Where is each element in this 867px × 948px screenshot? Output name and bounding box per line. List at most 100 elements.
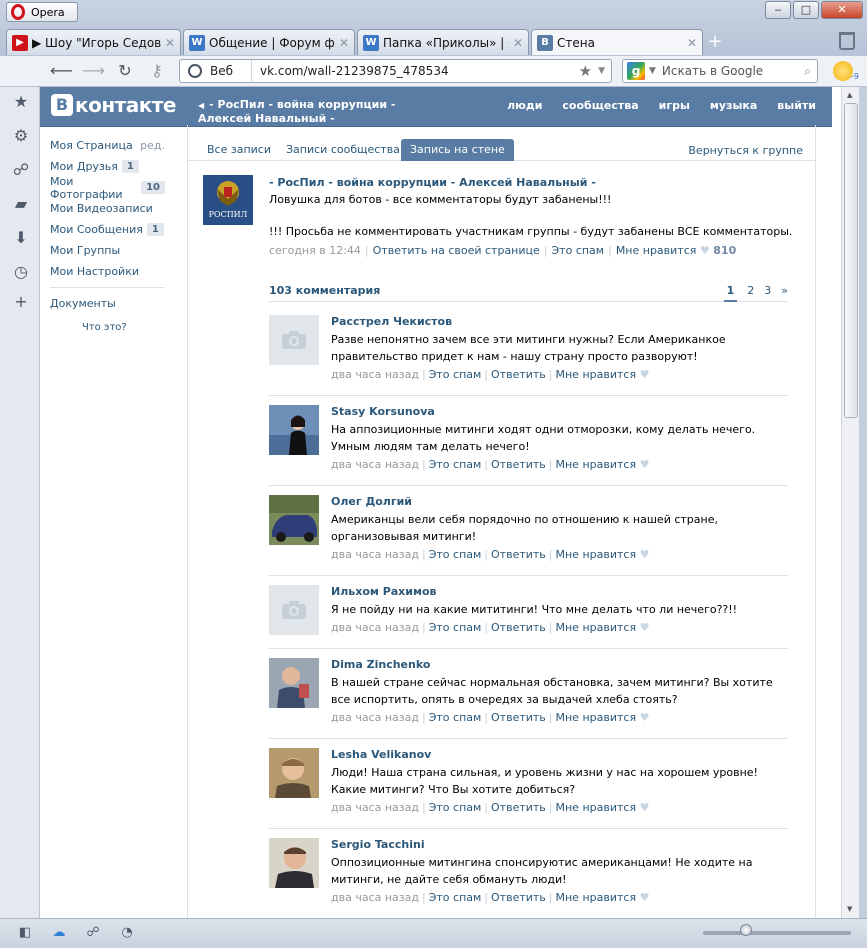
spam-link[interactable]: Это спам [429, 368, 482, 381]
like-link[interactable]: Мне нравится [556, 711, 637, 724]
comment-avatar[interactable] [269, 405, 319, 455]
downloads-icon[interactable]: ⬇ [12, 229, 30, 247]
reply-link[interactable]: Ответить [491, 711, 546, 724]
turbo-icon[interactable]: ◔ [119, 925, 135, 941]
search-mode[interactable]: Веб [180, 60, 252, 82]
panel-toggle-icon[interactable]: ◧ [17, 925, 33, 941]
comment-time[interactable]: два часа назад [331, 548, 419, 561]
reply-link[interactable]: Ответить [491, 368, 546, 381]
tab-youtube[interactable]: ▶ ▶ Шоу "Игорь Седов" ... ✕ [6, 29, 181, 55]
page-scrollbar[interactable]: ▲ ▼ [841, 87, 859, 918]
google-icon[interactable]: g [627, 62, 645, 80]
trash-icon[interactable] [839, 32, 855, 50]
scroll-down-icon[interactable]: ▼ [847, 905, 852, 913]
spam-link[interactable]: Это спам [552, 244, 605, 257]
menu-videos[interactable]: Мои Видеозаписи [50, 198, 165, 219]
menu-my-page[interactable]: Моя Страница ред. [50, 135, 165, 156]
comment-author[interactable]: Lesha Velikanov [331, 748, 788, 762]
menu-groups[interactable]: Мои Группы [50, 240, 165, 261]
nav-communities[interactable]: сообщества [562, 99, 638, 112]
chevron-down-icon[interactable]: ▼ [598, 66, 605, 76]
comment-author[interactable]: Dima Zinchenko [331, 658, 788, 672]
unite-icon[interactable]: ☍ [85, 925, 101, 941]
forward-icon[interactable]: ⟶ [82, 61, 105, 81]
comment-time[interactable]: два часа назад [331, 621, 419, 634]
comment-avatar[interactable] [269, 838, 319, 888]
key-icon[interactable]: ⚷ [146, 61, 168, 81]
history-icon[interactable]: ◷ [12, 263, 30, 281]
heart-icon[interactable]: ♥ [640, 368, 650, 381]
comment-time[interactable]: два часа назад [331, 711, 419, 724]
reload-icon[interactable]: ↻ [114, 61, 136, 81]
like-link[interactable]: Мне нравится [556, 368, 637, 381]
comment-author[interactable]: Олег Долгий [331, 495, 788, 509]
search-input[interactable]: Искать в Google [662, 64, 804, 78]
url-text[interactable]: vk.com/wall-21239875_478534 [252, 64, 579, 78]
comment-avatar[interactable] [269, 585, 319, 635]
heart-icon[interactable]: ♥ [700, 244, 710, 257]
nav-music[interactable]: музыка [710, 99, 757, 112]
reply-link[interactable]: Ответить [491, 801, 546, 814]
zoom-slider-knob[interactable] [740, 924, 752, 936]
vk-logo[interactable]: В контакте [51, 93, 176, 117]
weather-icon[interactable] [833, 61, 853, 81]
tab-close-icon[interactable]: ✕ [339, 36, 349, 50]
heart-icon[interactable]: ♥ [640, 458, 650, 471]
heart-icon[interactable]: ♥ [640, 891, 650, 904]
spam-link[interactable]: Это спам [429, 801, 482, 814]
spam-link[interactable]: Это спам [429, 711, 482, 724]
tab-wall[interactable]: B Стена ✕ [531, 29, 703, 55]
post-time[interactable]: сегодня в 12:44 [269, 244, 361, 257]
comment-avatar[interactable] [269, 315, 319, 365]
reply-own-page-link[interactable]: Ответить на своей странице [373, 244, 540, 257]
spam-link[interactable]: Это спам [429, 621, 482, 634]
spam-link[interactable]: Это спам [429, 548, 482, 561]
page-1[interactable]: 1 [723, 284, 738, 302]
magnifier-icon[interactable]: ⌕ [804, 64, 811, 79]
heart-icon[interactable]: ♥ [640, 548, 650, 561]
reply-link[interactable]: Ответить [491, 891, 546, 904]
menu-documents[interactable]: Документы [50, 293, 165, 314]
comment-time[interactable]: два часа назад [331, 458, 419, 471]
like-link[interactable]: Мне нравится [556, 458, 637, 471]
close-window-button[interactable]: ✕ [821, 1, 863, 19]
like-link[interactable]: Мне нравится [556, 548, 637, 561]
scroll-thumb[interactable] [844, 103, 858, 418]
bookmark-star-icon[interactable]: ★ [579, 62, 592, 80]
cloud-icon[interactable]: ☁ [51, 925, 67, 941]
tab-forum[interactable]: W Общение | Форум фр... ✕ [183, 29, 355, 55]
spam-link[interactable]: Это спам [429, 458, 482, 471]
tab-close-icon[interactable]: ✕ [687, 36, 697, 50]
comment-avatar[interactable] [269, 495, 319, 545]
comment-time[interactable]: два часа назад [331, 891, 419, 904]
new-tab-button[interactable]: + [705, 33, 725, 53]
minimize-button[interactable]: ‒ [765, 1, 791, 19]
page-2[interactable]: 2 [747, 284, 754, 302]
tab-all-posts[interactable]: Все записи [198, 139, 280, 161]
like-link[interactable]: Мне нравится [556, 891, 637, 904]
search-box[interactable]: g ▼ Искать в Google ⌕ [622, 59, 818, 83]
page-next[interactable]: » [781, 284, 788, 302]
comment-author[interactable]: Stasy Korsunova [331, 405, 788, 419]
address-bar[interactable]: Веб vk.com/wall-21239875_478534 ★ ▼ [179, 59, 612, 83]
nav-people[interactable]: люди [507, 99, 542, 112]
comment-avatar[interactable] [269, 748, 319, 798]
menu-settings[interactable]: Мои Настройки [50, 261, 165, 282]
back-to-group-link[interactable]: Вернуться к группе [688, 144, 803, 157]
comment-time[interactable]: два часа назад [331, 368, 419, 381]
chevron-down-icon[interactable]: ▼ [649, 66, 656, 76]
tab-wall-post[interactable]: Запись на стене [401, 139, 514, 161]
back-icon[interactable]: ⟵ [50, 61, 73, 81]
edit-link[interactable]: ред. [140, 139, 165, 152]
zoom-slider[interactable] [703, 931, 851, 935]
tab-close-icon[interactable]: ✕ [165, 36, 175, 50]
comment-avatar[interactable] [269, 658, 319, 708]
reply-link[interactable]: Ответить [491, 548, 546, 561]
spam-link[interactable]: Это спам [429, 891, 482, 904]
unite-icon[interactable]: ☍ [12, 161, 30, 179]
comment-time[interactable]: два часа назад [331, 801, 419, 814]
reply-link[interactable]: Ответить [491, 621, 546, 634]
tab-folder[interactable]: W Папка «Приколы» | О... ✕ [357, 29, 529, 55]
like-link[interactable]: Мне нравится [616, 244, 697, 257]
like-link[interactable]: Мне нравится [556, 801, 637, 814]
